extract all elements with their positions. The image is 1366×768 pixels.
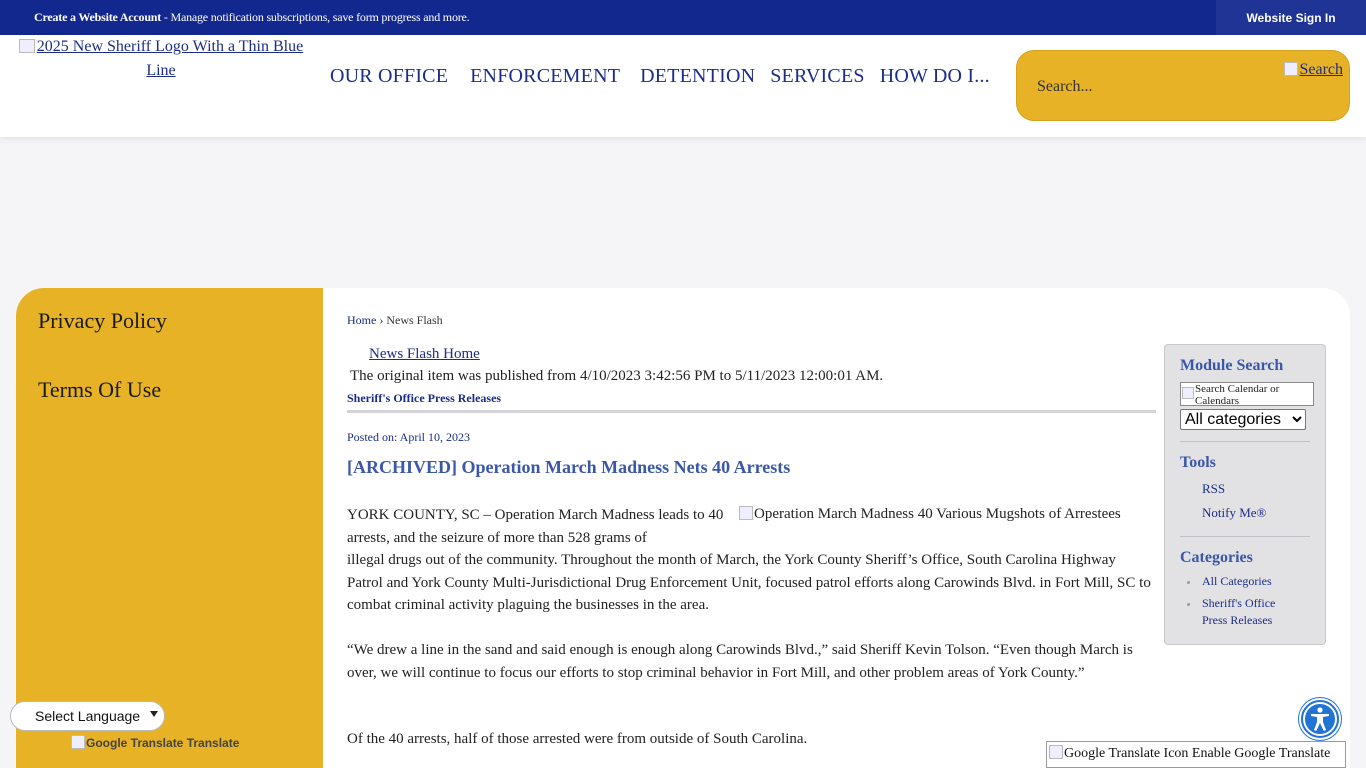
- category-all-link[interactable]: All Categories: [1202, 573, 1302, 590]
- broken-image-icon: [1182, 387, 1194, 399]
- google-translate-icon: [1049, 745, 1063, 759]
- calendar-search-text: Search Calendar or Calendars: [1195, 383, 1280, 406]
- categories-title: Categories: [1180, 549, 1253, 566]
- article-paragraph-2: “We drew a line in the sand and said eno…: [347, 642, 1133, 681]
- module-search-title: Module Search: [1180, 357, 1284, 374]
- google-translate-label: Google Translate Translate: [86, 736, 240, 750]
- article-paragraph-1-start: YORK COUNTY, SC – Operation March Madnes…: [347, 507, 724, 546]
- bullet-icon: [1187, 603, 1190, 606]
- create-account-link[interactable]: Create a Website Account: [34, 10, 161, 24]
- tools-title: Tools: [1180, 454, 1216, 471]
- category-heading[interactable]: Sheriff's Office Press Releases: [347, 391, 501, 406]
- account-message[interactable]: Create a Website Account - Manage notifi…: [34, 10, 470, 25]
- breadcrumb-current: News Flash: [386, 313, 443, 327]
- nav-enforcement[interactable]: ENFORCEMENT: [456, 65, 628, 88]
- search-button[interactable]: Search: [1284, 61, 1343, 79]
- category-select[interactable]: All categories: [1180, 409, 1306, 430]
- google-translate-link[interactable]: Google Translate Translate: [71, 735, 239, 750]
- site-logo-link[interactable]: 2025 New Sheriff Logo With a Thin Blue L…: [16, 35, 306, 83]
- article-paragraph-3: Of the 40 arrests, half of those arreste…: [347, 731, 808, 747]
- notify-me-link[interactable]: Notify Me®: [1202, 505, 1266, 521]
- article-image: Operation March Madness 40 Various Mugsh…: [739, 506, 1121, 523]
- site-header: 2025 New Sheriff Logo With a Thin Blue L…: [0, 35, 1366, 137]
- breadcrumb-home[interactable]: Home: [347, 313, 376, 327]
- site-search-box: Search... Search: [1016, 50, 1350, 121]
- category-press-releases-link[interactable]: Sheriff's Office Press Releases: [1202, 595, 1302, 629]
- site-search-input[interactable]: Search...: [1037, 78, 1093, 96]
- nav-how-do-i[interactable]: HOW DO I...: [873, 65, 998, 88]
- posted-date: Posted on: April 10, 2023: [347, 430, 471, 444]
- search-button-label: Search: [1299, 61, 1343, 78]
- divider: [347, 410, 1156, 413]
- accessibility-button[interactable]: [1299, 698, 1341, 740]
- select-language-dropdown[interactable]: Select Language: [10, 701, 165, 731]
- sidebar-divider: [1180, 441, 1310, 442]
- article-image-alt: Operation March Madness 40 Various Mugsh…: [754, 506, 1121, 522]
- enable-google-translate-button[interactable]: Google Translate Icon Enable Google Tran…: [1046, 741, 1346, 768]
- account-message-text: - Manage notification subscriptions, sav…: [161, 10, 470, 24]
- google-translate-icon: [71, 735, 85, 749]
- chevron-down-icon: [150, 711, 158, 717]
- logo-alt-text-line1: 2025 New Sheriff Logo With a Thin Blue: [36, 38, 304, 55]
- module-sidebar: Module Search Search Calendar or Calenda…: [1164, 344, 1326, 645]
- accessibility-icon: [1303, 702, 1337, 736]
- terms-of-use-link[interactable]: Terms Of Use: [38, 377, 161, 403]
- select-language-label: Select Language: [35, 708, 141, 724]
- breadcrumb: Home › News Flash: [347, 313, 443, 328]
- archive-notice: The original item was published from 4/1…: [350, 368, 884, 384]
- sidebar-divider: [1180, 536, 1310, 537]
- breadcrumb-separator: ›: [376, 313, 387, 327]
- left-column: Privacy Policy Terms Of Use: [16, 288, 323, 768]
- article-paragraph-1-rest: illegal drugs out of the community. Thro…: [347, 552, 1151, 613]
- main-nav: OUR OFFICE ENFORCEMENT DETENTION SERVICE…: [322, 65, 998, 88]
- top-notification-bar: Create a Website Account - Manage notifi…: [0, 0, 1366, 35]
- enable-google-translate-label: Google Translate Icon Enable Google Tran…: [1064, 746, 1331, 761]
- broken-image-icon: [739, 506, 753, 520]
- website-sign-in-button[interactable]: Website Sign In: [1216, 0, 1366, 35]
- rss-link[interactable]: RSS: [1202, 481, 1225, 497]
- nav-services[interactable]: SERVICES: [763, 65, 872, 88]
- calendar-search-input[interactable]: Search Calendar or Calendars: [1180, 382, 1314, 406]
- nav-detention[interactable]: DETENTION: [628, 65, 763, 88]
- article-title: [ARCHIVED] Operation March Madness Nets …: [347, 457, 791, 477]
- nav-our-office[interactable]: OUR OFFICE: [322, 65, 456, 88]
- search-icon: [1284, 62, 1299, 76]
- logo-alt-text-line2: Line: [146, 62, 176, 79]
- bullet-icon: [1187, 581, 1190, 584]
- broken-image-icon: [18, 39, 35, 53]
- news-flash-home-link[interactable]: News Flash Home: [369, 346, 480, 363]
- privacy-policy-link[interactable]: Privacy Policy: [38, 308, 167, 334]
